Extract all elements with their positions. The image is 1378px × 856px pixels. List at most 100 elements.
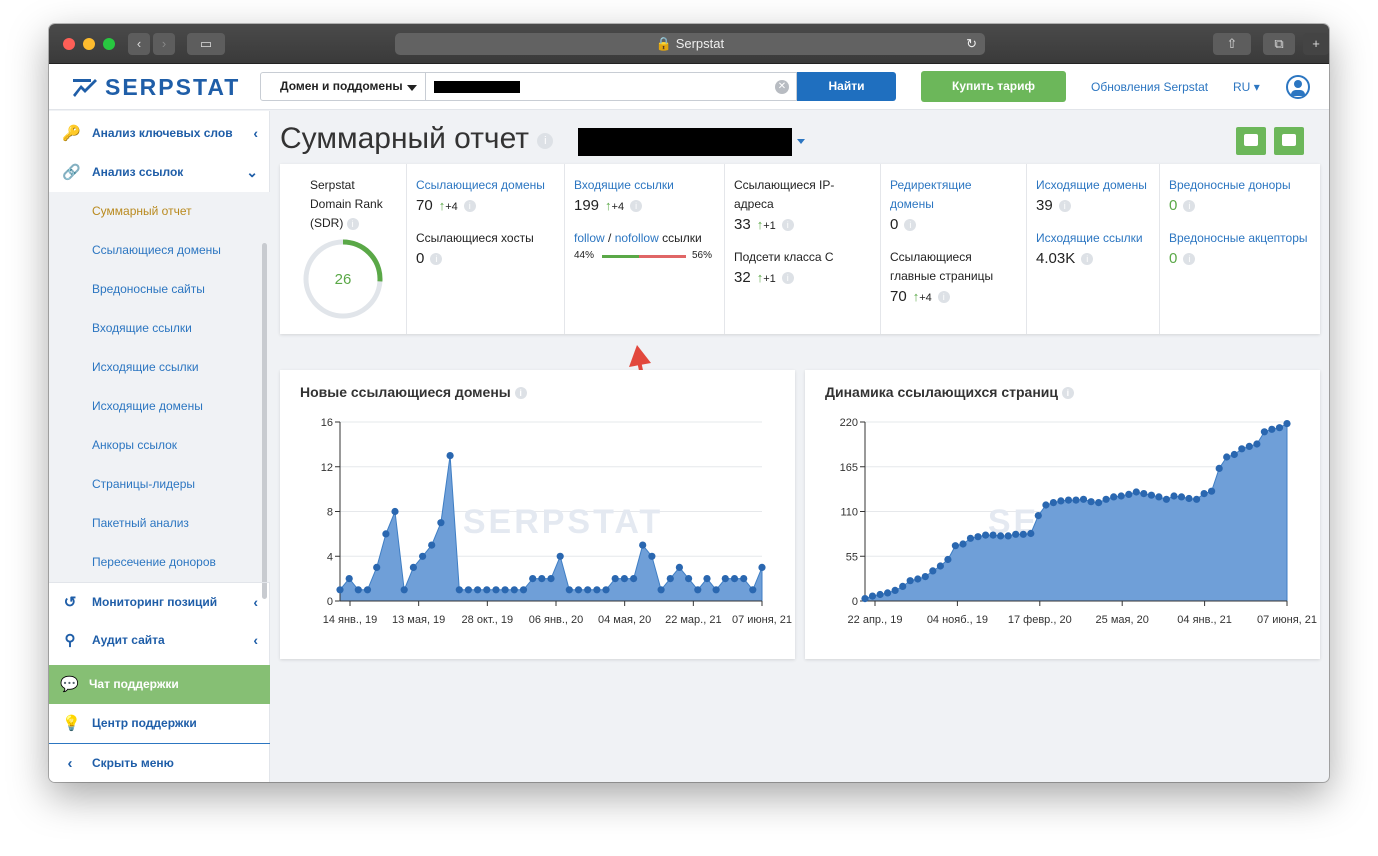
feedback-icon[interactable]: [1236, 127, 1266, 155]
info-icon[interactable]: i: [781, 218, 794, 231]
sidebar-subitem-batch-analysis[interactable]: Пакетный анализ: [49, 504, 270, 543]
sidebar-item-site-audit[interactable]: ⚲ Аудит сайта ‹: [49, 621, 270, 660]
sdr-label: Serpstat Domain Rank (SDR) i: [289, 176, 399, 233]
tabs-icon[interactable]: ⧉: [1263, 33, 1295, 55]
share-icon[interactable]: ⇧: [1213, 33, 1251, 55]
clear-icon[interactable]: ✕: [775, 80, 789, 94]
help-icon[interactable]: [1274, 127, 1304, 155]
follow-link[interactable]: follow: [574, 231, 605, 245]
info-icon[interactable]: i: [1058, 199, 1071, 212]
sidebar-toggle-icon[interactable]: ▭: [187, 33, 225, 55]
sidebar-subitem-ref-domains[interactable]: Ссылающиеся домены: [49, 231, 270, 270]
info-icon[interactable]: i: [904, 218, 917, 231]
back-icon[interactable]: ‹: [128, 33, 150, 55]
redirect-link[interactable]: Редиректящие домены: [890, 176, 1017, 214]
sidebar-item-support-center[interactable]: 💡 Центр поддержки: [49, 704, 270, 743]
arrow-up-icon: ↑+1: [756, 217, 776, 232]
serpstat-logo[interactable]: SERPSTAT: [71, 74, 240, 100]
info-icon[interactable]: i: [537, 133, 554, 149]
page-url: Serpstat: [675, 36, 725, 51]
x-tick-label: 04 янв., 21: [1177, 614, 1232, 626]
data-point: [666, 575, 674, 583]
data-point: [891, 586, 899, 594]
sidebar-subitem-donor-intersection[interactable]: Пересечение доноров: [49, 543, 270, 582]
caret-down-icon[interactable]: [797, 139, 805, 144]
data-point: [1110, 493, 1118, 501]
backlinks-link[interactable]: Входящие ссылки: [574, 176, 715, 195]
ref-domains-metric: Ссылающиеся домены 70 ↑+4 i Ссылающиеся хо…: [407, 164, 565, 334]
data-point: [868, 592, 877, 600]
data-point: [574, 586, 583, 594]
bad-donors-link[interactable]: Вредоносные доноры: [1169, 176, 1311, 195]
maximize-window-button[interactable]: [103, 38, 115, 50]
info-icon[interactable]: i: [1183, 252, 1196, 265]
sidebar-subitem-anchors[interactable]: Анкоры ссылок: [49, 426, 270, 465]
data-point: [428, 541, 436, 549]
search-mode-dropdown[interactable]: Домен и поддомены: [260, 72, 426, 101]
data-point: [1193, 495, 1201, 503]
redacted-domain: [434, 81, 520, 93]
sidebar-subitem-summary[interactable]: Суммарный отчет: [49, 192, 270, 231]
out-domains-link[interactable]: Исходящие домены: [1036, 176, 1150, 195]
nofollow-link[interactable]: nofollow: [615, 231, 659, 245]
bad-acceptors-link[interactable]: Вредоносные акцепторы: [1169, 229, 1311, 248]
data-point: [446, 452, 454, 460]
chart-watermark: SERPSTAT: [463, 503, 663, 541]
ref-pages-dynamics-chart[interactable]: 055110165220SERPSTAT22 апр., 1904 нояб.,…: [805, 370, 1320, 659]
new-tab-icon[interactable]: +: [1303, 33, 1329, 55]
data-point: [336, 586, 344, 594]
sidebar-subitem-top-pages[interactable]: Страницы-лидеры: [49, 465, 270, 504]
close-window-button[interactable]: [63, 38, 75, 50]
url-bar[interactable]: 🔒 Serpstat ↻: [395, 33, 985, 55]
reload-icon[interactable]: ↻: [966, 33, 977, 55]
data-point: [749, 586, 757, 594]
minimize-window-button[interactable]: [83, 38, 95, 50]
data-point: [974, 533, 982, 541]
malicious-metric: Вредоносные доноры 0i Вредоносные акцепт…: [1160, 164, 1320, 334]
data-point: [602, 586, 610, 594]
x-tick-label: 13 мая, 19: [392, 614, 445, 626]
user-avatar-icon[interactable]: [1286, 75, 1310, 99]
domain-search-input[interactable]: ✕: [426, 72, 797, 101]
data-point: [712, 586, 720, 594]
data-point: [1230, 450, 1238, 459]
data-point: [959, 540, 967, 548]
sidebar-subitem-outgoing-links[interactable]: Исходящие ссылки: [49, 348, 270, 387]
info-icon[interactable]: i: [937, 290, 950, 303]
sidebar-subitem-malicious-sites[interactable]: Вредоносные сайты: [49, 270, 270, 309]
language-selector[interactable]: RU ▾: [1233, 80, 1260, 94]
data-point: [951, 542, 959, 550]
value-text: 0: [1169, 197, 1178, 214]
info-icon[interactable]: i: [430, 252, 443, 265]
chevron-left-icon: ‹: [253, 632, 258, 648]
updates-link[interactable]: Обновления Serpstat: [1091, 80, 1208, 94]
info-icon[interactable]: i: [463, 199, 476, 212]
sidebar-item-keyword-analysis[interactable]: 🔑 Анализ ключевых слов ‹: [49, 114, 270, 153]
delta-text: +4: [919, 292, 932, 304]
info-icon[interactable]: i: [630, 199, 643, 212]
ref-domains-link[interactable]: Ссылающиеся домены: [416, 176, 555, 195]
find-button[interactable]: Найти: [797, 72, 896, 101]
support-chat-button[interactable]: 💬 Чат поддержки: [49, 665, 270, 704]
info-icon[interactable]: i: [1081, 252, 1094, 265]
info-icon[interactable]: i: [1183, 199, 1196, 212]
sidebar-subitem-backlinks[interactable]: Входящие ссылки: [49, 309, 270, 348]
ref-hosts-label: Ссылающиеся хосты: [416, 231, 534, 245]
chevron-left-icon: ‹: [253, 125, 258, 141]
data-point: [373, 563, 381, 571]
data-point: [675, 563, 683, 571]
sitemap-icon: ⚲: [64, 632, 76, 649]
sidebar-hide-menu[interactable]: ‹ Скрыть меню: [49, 743, 270, 782]
sidebar-item-link-analysis[interactable]: 🔗 Анализ ссылок ⌄: [49, 153, 270, 192]
sidebar-scrollbar[interactable]: [262, 243, 267, 599]
sidebar-item-position-monitoring[interactable]: ↺ Мониторинг позиций ‹: [49, 582, 270, 621]
out-links-link[interactable]: Исходящие ссылки: [1036, 229, 1150, 248]
info-icon[interactable]: i: [781, 271, 794, 284]
buy-plan-button[interactable]: Купить тариф: [921, 71, 1066, 102]
forward-icon[interactable]: ›: [153, 33, 175, 55]
data-point: [1004, 532, 1012, 540]
sidebar-subitem-outgoing-domains[interactable]: Исходящие домены: [49, 387, 270, 426]
new-ref-domains-chart[interactable]: 0 4 8 12 16 SERPSTAT 14 янв., 19 13 мая, 19 28 о…: [280, 370, 795, 659]
arrow-up-icon: ↑+4: [605, 198, 625, 213]
info-icon[interactable]: i: [346, 217, 359, 230]
